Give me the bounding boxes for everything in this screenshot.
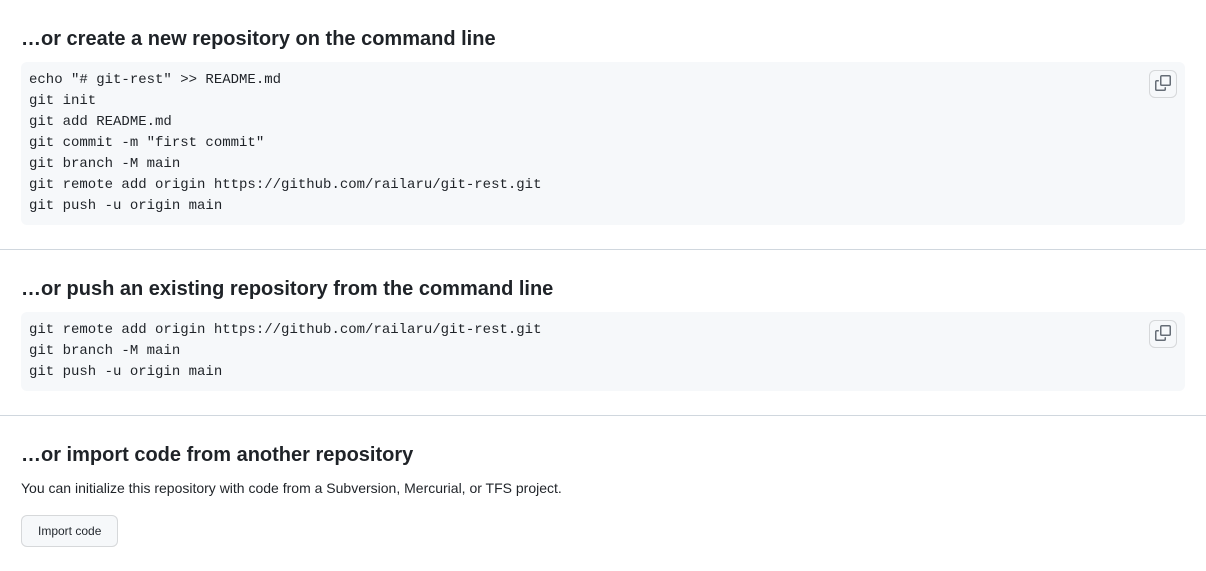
- copy-button-create[interactable]: [1149, 70, 1177, 98]
- section-push-repo: …or push an existing repository from the…: [0, 250, 1206, 416]
- import-code-button[interactable]: Import code: [21, 515, 118, 547]
- description-import: You can initialize this repository with …: [21, 478, 1185, 499]
- code-content-create: echo "# git-rest" >> README.md git init …: [29, 70, 1177, 217]
- code-block-push: git remote add origin https://github.com…: [21, 312, 1185, 391]
- heading-create-repo: …or create a new repository on the comma…: [21, 24, 1185, 54]
- repo-setup-container: …or create a new repository on the comma…: [0, 0, 1206, 571]
- section-create-repo: …or create a new repository on the comma…: [0, 0, 1206, 250]
- copy-icon: [1155, 75, 1171, 94]
- copy-button-push[interactable]: [1149, 320, 1177, 348]
- section-import-repo: …or import code from another repository …: [0, 416, 1206, 571]
- code-block-create: echo "# git-rest" >> README.md git init …: [21, 62, 1185, 225]
- copy-icon: [1155, 325, 1171, 344]
- code-content-push: git remote add origin https://github.com…: [29, 320, 1177, 383]
- heading-push-repo: …or push an existing repository from the…: [21, 274, 1185, 304]
- heading-import-repo: …or import code from another repository: [21, 440, 1185, 470]
